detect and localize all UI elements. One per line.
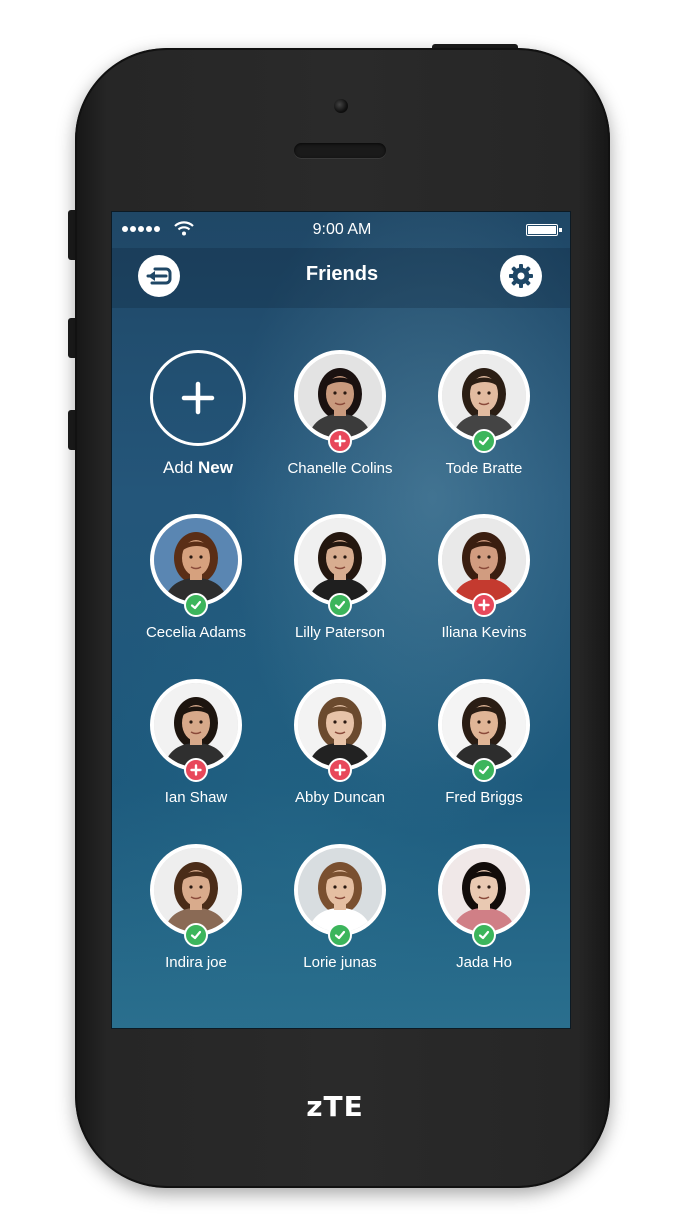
friend-tile[interactable]: Cecelia Adams <box>126 514 266 654</box>
earpiece-speaker <box>294 143 386 158</box>
friend-tile[interactable]: Chanelle Colins <box>270 350 410 490</box>
add-friend-badge[interactable] <box>328 429 352 453</box>
friend-name: Chanelle Colins <box>287 460 393 477</box>
front-camera <box>334 99 348 113</box>
checkmark-icon <box>478 765 490 775</box>
checkmark-icon <box>478 436 490 446</box>
add-friend-badge[interactable] <box>184 758 208 782</box>
friend-name: Cecelia Adams <box>145 624 247 641</box>
checkmark-icon <box>190 600 202 610</box>
friend-name: Fred Briggs <box>445 789 523 806</box>
friend-tile[interactable]: Tode Bratte <box>414 350 554 490</box>
friend-status-badge <box>328 593 352 617</box>
plus-icon <box>181 381 215 415</box>
add-friend-badge[interactable] <box>328 758 352 782</box>
avatar-photo <box>298 518 382 602</box>
plus-icon <box>334 435 346 447</box>
friend-tile[interactable]: Lilly Paterson <box>270 514 410 654</box>
plus-icon <box>478 599 490 611</box>
friend-status-badge <box>472 758 496 782</box>
page-title: Friends <box>305 263 379 285</box>
plus-icon <box>190 764 202 776</box>
friend-name: Indira joe <box>165 954 227 971</box>
friend-tile[interactable]: Jada Ho <box>414 844 554 984</box>
friend-tile[interactable]: Iliana Kevins <box>414 514 554 654</box>
avatar-photo <box>442 518 526 602</box>
gear-icon <box>509 264 533 288</box>
friend-name: Abby Duncan <box>294 789 386 806</box>
add-friend-badge[interactable] <box>472 593 496 617</box>
friend-tile[interactable]: Ian Shaw <box>126 679 266 819</box>
status-bar: 9:00 AM <box>112 212 570 248</box>
settings-button[interactable] <box>500 255 542 297</box>
wifi-icon <box>174 221 194 236</box>
avatar-photo <box>298 848 382 932</box>
plus-icon <box>334 764 346 776</box>
friend-status-badge <box>472 923 496 947</box>
add-new-label-bold: New <box>198 458 233 477</box>
friend-tile[interactable]: Fred Briggs <box>414 679 554 819</box>
checkmark-icon <box>190 930 202 940</box>
status-time: 9:00 AM <box>312 221 372 238</box>
friend-status-badge <box>184 923 208 947</box>
add-new-label-light: Add <box>163 458 198 477</box>
device-brand: zTE <box>306 1090 364 1123</box>
friend-tile[interactable]: Lorie junas <box>270 844 410 984</box>
friend-status-badge <box>328 923 352 947</box>
checkmark-icon <box>478 930 490 940</box>
checkmark-icon <box>334 600 346 610</box>
friend-name: Jada Ho <box>456 954 512 971</box>
avatar-photo <box>154 683 238 767</box>
add-new-button[interactable] <box>150 350 246 446</box>
avatar-photo <box>298 354 382 438</box>
friend-name: Lilly Paterson <box>294 624 386 641</box>
friend-status-badge <box>472 429 496 453</box>
friend-name: Iliana Kevins <box>441 624 527 641</box>
avatar-photo <box>442 848 526 932</box>
avatar-photo <box>154 518 238 602</box>
avatar-photo <box>298 683 382 767</box>
back-arrow-icon <box>146 267 172 285</box>
back-button[interactable] <box>138 255 180 297</box>
checkmark-icon <box>334 930 346 940</box>
friend-name: Tode Bratte <box>445 460 523 477</box>
friend-status-badge <box>184 593 208 617</box>
friend-name: Ian Shaw <box>164 789 228 806</box>
nav-bar: Friends <box>112 248 570 308</box>
avatar-photo <box>442 683 526 767</box>
add-new-tile[interactable]: Add New <box>126 350 266 490</box>
signal-strength-icon <box>122 226 160 232</box>
add-new-label: Add New <box>126 458 270 478</box>
battery-icon <box>526 224 562 236</box>
friend-name: Lorie junas <box>303 954 377 971</box>
avatar-photo <box>442 354 526 438</box>
friend-tile[interactable]: Abby Duncan <box>270 679 410 819</box>
friend-tile[interactable]: Indira joe <box>126 844 266 984</box>
avatar-photo <box>154 848 238 932</box>
app-screen: 9:00 AM Friends Add New Chanelle Colins … <box>111 211 571 1029</box>
